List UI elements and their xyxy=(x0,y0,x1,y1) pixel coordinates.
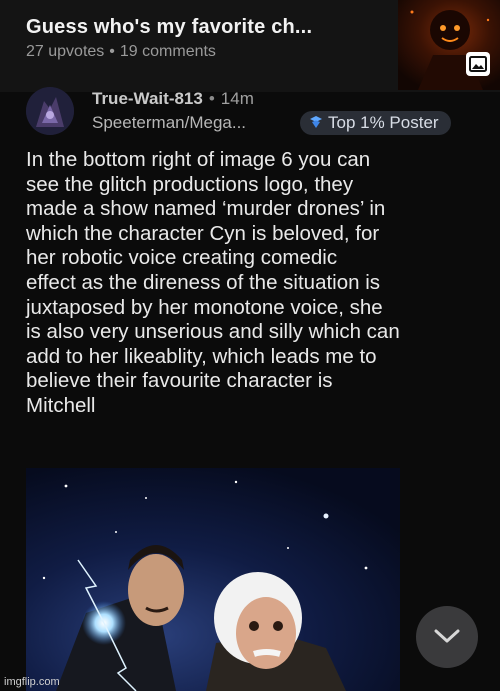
post-title[interactable]: Guess who's my favorite ch... xyxy=(26,16,312,39)
post-header[interactable]: Guess who's my favorite ch... 27 upvotes… xyxy=(0,0,500,92)
comment-author-row: True-Wait-813 • 14m xyxy=(92,89,254,109)
top-poster-badge: Top 1% Poster xyxy=(300,111,451,135)
image-icon xyxy=(466,52,490,76)
comment-username[interactable]: True-Wait-813 xyxy=(92,89,203,108)
upvote-count: 27 upvotes xyxy=(26,43,105,60)
top-poster-icon xyxy=(310,116,322,128)
post-meta: 27 upvotes • 19 comments xyxy=(26,43,216,61)
comment-image[interactable] xyxy=(26,468,400,691)
meta-separator: • xyxy=(109,43,115,60)
scroll-down-button[interactable] xyxy=(416,606,478,668)
watermark: imgflip.com xyxy=(4,676,60,688)
chevron-down-icon xyxy=(434,629,460,643)
avatar[interactable] xyxy=(26,87,74,135)
top-poster-label: Top 1% Poster xyxy=(328,113,439,132)
comment-time: 14m xyxy=(220,89,254,108)
flair-row: Speeterman/Mega... Top 1% Poster xyxy=(92,111,492,135)
comment-body: In the bottom right of image 6 you can s… xyxy=(26,148,400,417)
user-flair: Speeterman/Mega... xyxy=(92,113,247,132)
comment-count: 19 comments xyxy=(119,43,216,60)
post-thumbnail[interactable] xyxy=(398,0,500,90)
author-separator: • xyxy=(208,89,215,108)
